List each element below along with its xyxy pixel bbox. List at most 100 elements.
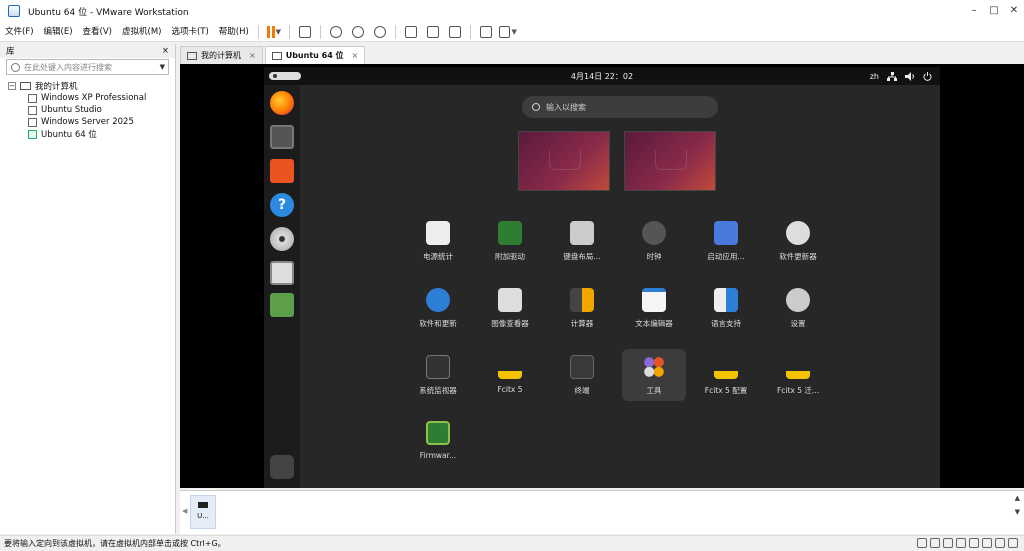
chevron-down-icon: ▼: [275, 27, 282, 36]
workspace-thumbnail[interactable]: [624, 131, 716, 191]
menu-tabs[interactable]: 选项卡(T): [166, 22, 213, 42]
app-software-updater[interactable]: 软件更新器: [766, 215, 830, 267]
app-label: 软件和更新: [419, 319, 457, 328]
app-fcitx5-migrator[interactable]: Fcitx 5 迁...: [766, 349, 830, 401]
app-fcitx5[interactable]: Fcitx 5: [478, 349, 542, 401]
help-icon[interactable]: ?: [270, 193, 294, 217]
gnome-top-bar: 4月14日 22：02 zh: [264, 67, 940, 85]
computer-icon: [187, 51, 197, 60]
tree-item-vm[interactable]: Ubuntu Studio: [28, 104, 175, 116]
menu-help[interactable]: 帮助(H): [214, 22, 254, 42]
app-clock[interactable]: 时钟: [622, 215, 686, 267]
terminal-icon: [570, 355, 594, 379]
app-keyboard-layout[interactable]: 键盘布局...: [550, 215, 614, 267]
stretch-icon: [498, 25, 511, 38]
library-search-input[interactable]: 在此处键入内容进行搜索 ▼: [6, 59, 169, 75]
disc-icon[interactable]: [270, 227, 294, 251]
vmware-logo-icon: [8, 5, 20, 17]
menu-view[interactable]: 查看(V): [78, 22, 117, 42]
app-settings[interactable]: 设置: [766, 282, 830, 334]
cd-drive-icon[interactable]: [930, 538, 940, 548]
send-ctrl-alt-del-button[interactable]: [296, 23, 314, 41]
system-tray[interactable]: zh: [870, 71, 932, 81]
menu-edit[interactable]: 编辑(E): [39, 22, 78, 42]
app-image-viewer[interactable]: 图像查看器: [478, 282, 542, 334]
usb-icon[interactable]: [956, 538, 966, 548]
app-language-support[interactable]: 语言支持: [694, 282, 758, 334]
menu-file[interactable]: 文件(F): [0, 22, 39, 42]
tree-item-label: 我的计算机: [35, 82, 78, 92]
toolbar-divider: [288, 24, 290, 39]
app-system-monitor[interactable]: 系统监视器: [406, 349, 470, 401]
tree-item-vm[interactable]: Windows XP Professional: [28, 92, 175, 104]
thumbnail-scrollbar[interactable]: ▲ ▼: [1015, 491, 1020, 519]
message-log-icon[interactable]: [1008, 538, 1018, 548]
app-calculator[interactable]: 计算器: [550, 282, 614, 334]
display-icon[interactable]: [995, 538, 1005, 548]
pause-button[interactable]: ▼: [265, 23, 283, 41]
show-library-button[interactable]: [402, 23, 420, 41]
library-title: 库: [6, 47, 15, 57]
show-thumbnail-bar-button[interactable]: [424, 23, 442, 41]
trash-icon[interactable]: [270, 293, 294, 317]
hard-disk-icon[interactable]: [917, 538, 927, 548]
snapshot-button[interactable]: [327, 23, 345, 41]
printer-icon[interactable]: [982, 538, 992, 548]
wallpaper-crown: [655, 150, 687, 170]
app-label: 图像查看器: [491, 319, 529, 328]
tab-close-button[interactable]: ×: [249, 51, 256, 60]
tab-ubuntu[interactable]: Ubuntu 64 位 ×: [264, 46, 366, 64]
thumbnail-view-icon: [426, 25, 439, 38]
files-icon[interactable]: [270, 125, 294, 149]
tab-my-computer[interactable]: 我的计算机 ×: [180, 46, 263, 64]
minimize-button[interactable]: –: [964, 0, 984, 22]
guest-search-input[interactable]: 输入以搜索: [522, 96, 718, 118]
app-fcitx5-config[interactable]: Fcitx 5 配置: [694, 349, 758, 401]
app-startup-applications[interactable]: 启动应用...: [694, 215, 758, 267]
input-language-indicator[interactable]: zh: [870, 72, 879, 81]
scroll-left-icon[interactable]: ◀: [182, 507, 187, 515]
library-panel: 库 × 在此处键入内容进行搜索 ▼ − 我的计算机 Windows XP Pro…: [0, 44, 176, 534]
snapshot-manager-button[interactable]: [371, 23, 389, 41]
app-terminal[interactable]: 终端: [550, 349, 614, 401]
firefox-icon[interactable]: [270, 91, 294, 115]
tab-label: Ubuntu 64 位: [285, 51, 344, 60]
save-drive-icon[interactable]: [270, 261, 294, 285]
app-software-updates[interactable]: 软件和更新: [406, 282, 470, 334]
title-bar: Ubuntu 64 位 - VMware Workstation – □ ✕: [0, 0, 1024, 22]
tree-item-my-computer[interactable]: − 我的计算机: [8, 80, 175, 92]
stretch-button[interactable]: ▼: [498, 23, 517, 41]
vm-console[interactable]: 4月14日 22：02 zh ? 输入以搜索 电源统计 附加驱动 键盘布局...…: [180, 64, 1024, 488]
status-text: 要将输入定向到该虚拟机，请在虚拟机内部单击或按 Ctrl+G。: [4, 539, 226, 548]
library-close-button[interactable]: ×: [162, 46, 169, 56]
language-support-icon: [714, 288, 738, 312]
show-apps-icon[interactable]: [270, 455, 294, 479]
vm-thumbnail[interactable]: U...: [190, 495, 216, 529]
app-power-statistics[interactable]: 电源统计: [406, 215, 470, 267]
tree-item-vm-running[interactable]: Ubuntu 64 位: [28, 128, 175, 140]
app-label: 键盘布局...: [563, 252, 601, 261]
clock[interactable]: 4月14日 22：02: [264, 71, 940, 82]
revert-snapshot-button[interactable]: [349, 23, 367, 41]
chevron-down-icon[interactable]: ▼: [157, 63, 168, 71]
close-button[interactable]: ✕: [1004, 0, 1024, 22]
keyboard-icon: [570, 221, 594, 245]
app-text-editor[interactable]: 文本编辑器: [622, 282, 686, 334]
app-center-icon[interactable]: [270, 159, 294, 183]
console-view-button[interactable]: [477, 23, 495, 41]
app-additional-drivers[interactable]: 附加驱动: [478, 215, 542, 267]
network-adapter-icon[interactable]: [943, 538, 953, 548]
app-utilities-folder[interactable]: 工具: [622, 349, 686, 401]
fullscreen-button[interactable]: [446, 23, 464, 41]
app-firmware-updater[interactable]: Firmwar...: [406, 415, 470, 467]
collapse-icon[interactable]: −: [8, 82, 16, 90]
vmware-window: Ubuntu 64 位 - VMware Workstation – □ ✕ 文…: [0, 0, 1024, 551]
maximize-button[interactable]: □: [984, 0, 1004, 22]
sound-card-icon[interactable]: [969, 538, 979, 548]
menu-vm[interactable]: 虚拟机(M): [117, 22, 166, 42]
tab-close-button[interactable]: ×: [352, 51, 359, 60]
system-monitor-icon: [426, 355, 450, 379]
tree-item-vm[interactable]: Windows Server 2025: [28, 116, 175, 128]
search-placeholder: 在此处键入内容进行搜索: [24, 62, 112, 72]
workspace-thumbnail[interactable]: [518, 131, 610, 191]
